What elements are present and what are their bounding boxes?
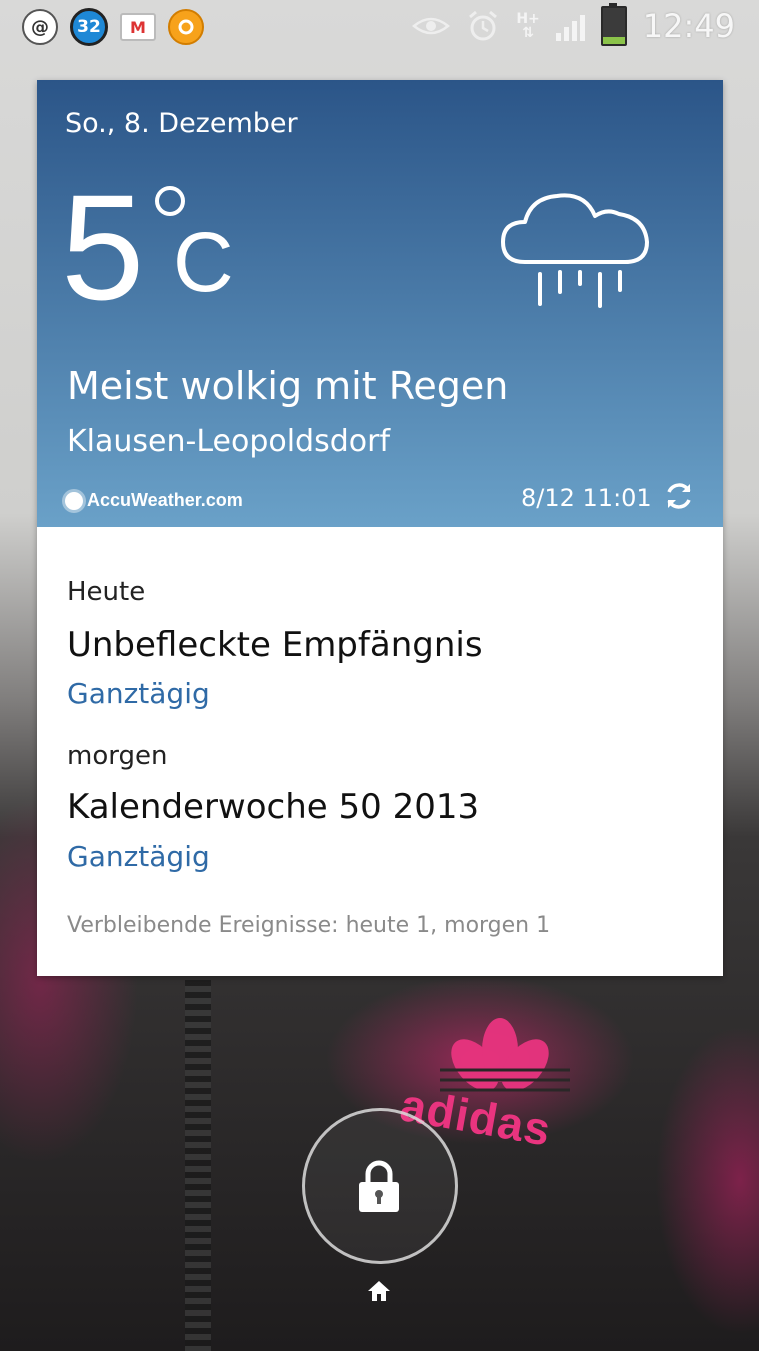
today-event-time: Ganztägig — [67, 677, 210, 710]
accuweather-brand-text: AccuWeather.com — [87, 490, 243, 510]
calendar-panel[interactable]: Heute Unbefleckte Empfängnis Ganztägig m… — [37, 527, 723, 976]
degree-symbol — [155, 186, 185, 216]
accuweather-logo[interactable]: AccuWeather.com — [65, 490, 243, 511]
system-icons: H+ ⇅ 12:49 — [412, 3, 735, 46]
wallpaper-zipper — [185, 980, 211, 1351]
battery-fill — [602, 36, 625, 44]
weather-location: Klausen-Leopoldsdorf — [67, 424, 391, 459]
data-arrows-icon: ⇅ — [522, 25, 534, 41]
calendar-badge-count: 32 — [77, 17, 101, 37]
lockscreen-widget[interactable]: So., 8. Dezember 5 C Meist wolkig mit Re… — [37, 80, 723, 976]
status-clock: 12:49 — [642, 7, 735, 45]
gmail-icon: M — [120, 13, 156, 41]
at-sign-icon: @ — [22, 9, 58, 45]
orange-app-icon — [168, 9, 204, 45]
refresh-icon[interactable] — [663, 480, 695, 512]
sun-icon — [65, 491, 83, 510]
tomorrow-event-title[interactable]: Kalenderwoche 50 2013 — [67, 787, 479, 827]
today-header: Heute — [67, 577, 146, 607]
network-type-label: H+ — [516, 11, 540, 27]
weather-panel[interactable]: So., 8. Dezember 5 C Meist wolkig mit Re… — [37, 80, 723, 527]
notification-icons: @ 32 M — [22, 8, 204, 46]
temperature-unit: C — [173, 215, 234, 309]
lock-icon[interactable] — [356, 1158, 402, 1214]
weather-condition: Meist wolkig mit Regen — [67, 364, 509, 408]
calendar-badge-icon: 32 — [70, 8, 108, 46]
network-type-indicator: H+ ⇅ — [516, 12, 539, 40]
battery-icon — [600, 3, 627, 46]
tomorrow-header: morgen — [67, 741, 168, 771]
weather-updated-time: 8/12 11:01 — [521, 484, 652, 512]
temperature-value: 5 — [61, 163, 145, 331]
weather-date: So., 8. Dezember — [65, 108, 298, 139]
eye-icon — [412, 17, 451, 35]
tomorrow-event-time: Ganztägig — [67, 840, 210, 873]
remaining-events: Verbleibende Ereignisse: heute 1, morgen… — [67, 913, 551, 938]
home-icon — [368, 1281, 390, 1301]
alarm-icon — [469, 10, 498, 41]
cloud-rain-icon — [501, 193, 649, 308]
signal-strength-icon — [555, 11, 585, 41]
today-event-title[interactable]: Unbefleckte Empfängnis — [67, 625, 483, 665]
status-bar: @ 32 M H+ ⇅ 12:49 — [0, 0, 759, 52]
